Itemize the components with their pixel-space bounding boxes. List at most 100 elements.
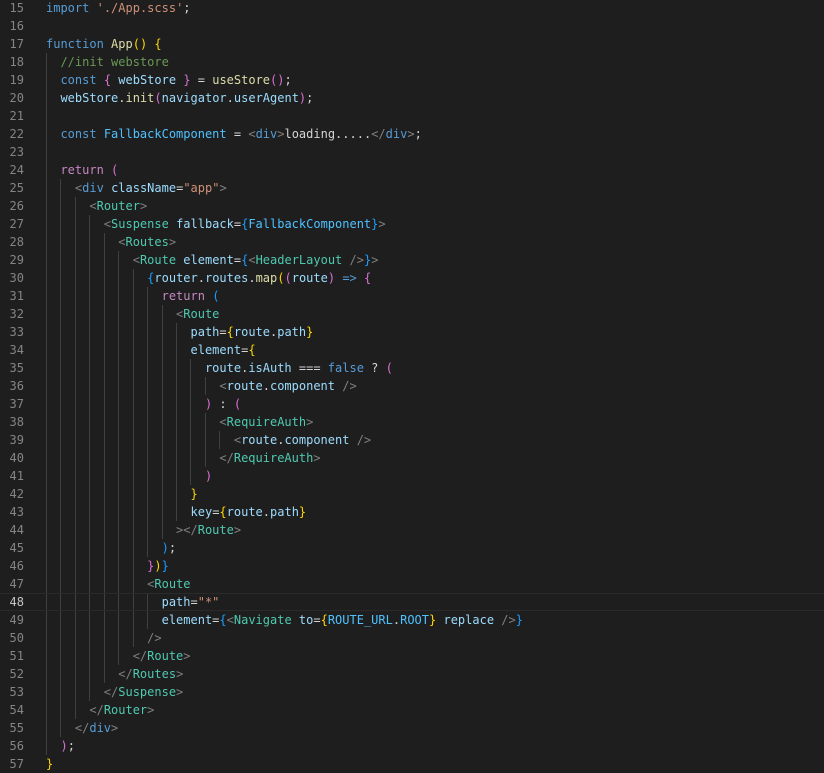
code-text: /> — [46, 629, 161, 647]
code-token: = — [190, 73, 213, 87]
code-line[interactable]: 36 <route.component /> — [0, 377, 824, 395]
line-number: 52 — [9, 667, 24, 681]
code-text: //init webstore — [46, 53, 168, 71]
line-number: 18 — [9, 55, 24, 69]
code-token: route — [241, 433, 278, 447]
code-text: <Routes> — [46, 233, 176, 251]
code-text: function App() { — [46, 35, 162, 53]
line-number: 26 — [9, 199, 24, 213]
code-line[interactable]: 24 return ( — [0, 161, 824, 179]
code-line[interactable]: 17 function App() { — [0, 35, 824, 53]
code-line[interactable]: 27 <Suspense fallback={FallbackComponent… — [0, 215, 824, 233]
code-line[interactable]: 15 import './App.scss'; — [0, 0, 824, 17]
code-token: > — [313, 451, 321, 465]
code-token: init — [125, 91, 155, 105]
code-text: const FallbackComponent = <div>loading..… — [46, 125, 421, 143]
code-text: <Router> — [46, 197, 147, 215]
code-token: ) — [60, 739, 68, 753]
code-token: > — [147, 703, 155, 717]
code-token: = — [219, 325, 227, 339]
code-token: > — [233, 523, 242, 537]
code-token: < — [248, 127, 256, 141]
line-number: 43 — [9, 505, 24, 519]
code-line[interactable]: 28 <Routes> — [0, 233, 824, 251]
code-line[interactable]: 40 </RequireAuth> — [0, 449, 824, 467]
code-line[interactable]: 49 element={<Navigate to={ROUTE_URL.ROOT… — [0, 611, 824, 629]
code-token: './App.scss' — [96, 1, 184, 15]
code-token: ; — [183, 1, 191, 15]
code-editor[interactable]: 15 import './App.scss'; 16 17 function App()… — [0, 0, 824, 772]
code-line[interactable]: 57} — [0, 755, 824, 773]
code-token: ( — [284, 271, 292, 285]
code-line[interactable]: 55 </div> — [0, 719, 824, 737]
code-line[interactable]: 34 element={ — [0, 341, 824, 359]
code-line[interactable]: 30 {router.routes.map((route) => { — [0, 269, 824, 287]
code-line[interactable]: 45 ); — [0, 539, 824, 557]
code-line[interactable]: 35 route.isAuth === false ? ( — [0, 359, 824, 377]
code-token: Router — [103, 703, 148, 717]
code-token: : — [212, 397, 234, 411]
code-line-active[interactable]: 48 path="*" — [0, 593, 824, 611]
code-token: webStore — [60, 91, 119, 105]
code-line[interactable]: 46 })} — [0, 557, 824, 575]
code-line[interactable]: 38 <RequireAuth> — [0, 413, 824, 431]
code-token: route — [226, 379, 263, 393]
code-token: useStore — [212, 73, 271, 87]
code-line[interactable]: 20 webStore.init(navigator.userAgent); — [0, 89, 824, 107]
code-line[interactable]: 32 <Route — [0, 305, 824, 323]
code-token: ; — [168, 541, 177, 555]
code-line[interactable]: 53 </Suspense> — [0, 683, 824, 701]
code-line[interactable]: 47 <Route — [0, 575, 824, 593]
code-token: element — [183, 253, 234, 267]
code-line[interactable]: 50 /> — [0, 629, 824, 647]
code-line[interactable]: 56 ); — [0, 737, 824, 755]
code-token: > — [176, 685, 184, 699]
code-line[interactable]: 41 ) — [0, 467, 824, 485]
code-text: <RequireAuth> — [46, 413, 313, 431]
code-line[interactable]: 51 </Route> — [0, 647, 824, 665]
code-line[interactable]: 44 ></Route> — [0, 521, 824, 539]
code-line[interactable]: 19 const { webStore } = useStore(); — [0, 71, 824, 89]
code-token: </ — [118, 667, 133, 681]
code-line[interactable]: 42 } — [0, 485, 824, 503]
code-line[interactable]: 37 ) : ( — [0, 395, 824, 413]
code-line[interactable]: 18 //init webstore — [0, 53, 824, 71]
code-text: ) : ( — [46, 395, 241, 413]
code-line[interactable]: 43 key={route.path} — [0, 503, 824, 521]
code-line[interactable]: 21 — [0, 107, 824, 125]
code-line[interactable]: 22 const FallbackComponent = <div>loadin… — [0, 125, 824, 143]
code-token: ></ — [176, 523, 198, 537]
code-line[interactable]: 54 </Router> — [0, 701, 824, 719]
code-line[interactable]: 52 </Routes> — [0, 665, 824, 683]
code-line[interactable]: 23 — [0, 143, 824, 161]
code-line[interactable]: 29 <Route element={<HeaderLayout />}> — [0, 251, 824, 269]
code-line[interactable]: 39 <route.component /> — [0, 431, 824, 449]
code-token: path — [161, 595, 191, 609]
code-line[interactable]: 26 <Router> — [0, 197, 824, 215]
code-token: router — [154, 271, 198, 285]
code-token: "*" — [197, 595, 220, 609]
line-number: 51 — [9, 649, 24, 663]
code-token: } — [46, 757, 54, 771]
code-token: const — [60, 73, 97, 87]
code-line[interactable]: 33 path={route.path} — [0, 323, 824, 341]
line-number: 28 — [9, 235, 24, 249]
code-token: path — [270, 505, 299, 519]
code-line[interactable]: 16 — [0, 17, 824, 35]
code-line[interactable]: 31 return ( — [0, 287, 824, 305]
code-text: <route.component /> — [46, 377, 356, 395]
code-token: ROUTE_URL — [327, 613, 393, 627]
code-line[interactable]: 25 <div className="app"> — [0, 179, 824, 197]
